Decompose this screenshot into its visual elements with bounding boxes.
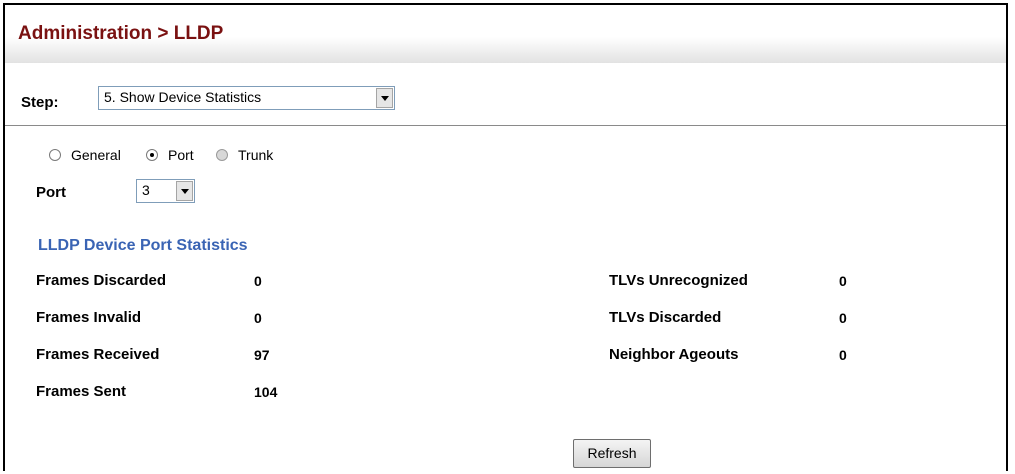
stat-label-neighbor-ageouts: Neighbor Ageouts: [609, 346, 739, 363]
stat-label-frames-received: Frames Received: [36, 346, 160, 363]
stat-label-tlvs-unrecognized: TLVs Unrecognized: [609, 272, 748, 289]
page-header: Administration > LLDP: [5, 5, 1006, 63]
stat-value-tlvs-unrecognized: 0: [839, 273, 847, 289]
stat-label-frames-sent: Frames Sent: [36, 383, 127, 400]
radio-general[interactable]: General: [49, 147, 121, 163]
step-label: Step:: [21, 94, 59, 111]
radio-general-circle[interactable]: [49, 149, 61, 161]
stat-label-tlvs-discarded: TLVs Discarded: [609, 309, 722, 326]
page-title: Administration > LLDP: [18, 23, 224, 44]
chevron-down-icon[interactable]: [176, 181, 193, 201]
stat-value-frames-invalid: 0: [254, 310, 262, 326]
stat-value-frames-sent: 104: [254, 384, 278, 400]
radio-general-label: General: [71, 147, 121, 163]
step-select[interactable]: 5. Show Device Statistics: [98, 86, 395, 110]
stat-value-neighbor-ageouts: 0: [839, 347, 847, 363]
port-select[interactable]: 3: [136, 179, 195, 203]
radio-trunk-label: Trunk: [238, 147, 274, 163]
step-select-value: 5. Show Device Statistics: [104, 89, 262, 105]
radio-trunk-circle: [216, 149, 228, 161]
section-title: LLDP Device Port Statistics: [38, 237, 248, 254]
stat-value-tlvs-discarded: 0: [839, 310, 847, 326]
stat-value-frames-discarded: 0: [254, 273, 262, 289]
radio-port-circle[interactable]: [146, 149, 158, 161]
port-label: Port: [36, 184, 66, 201]
stat-label-frames-invalid: Frames Invalid: [36, 309, 142, 326]
radio-trunk: Trunk: [216, 147, 273, 163]
step-row: Step: 5. Show Device Statistics: [5, 73, 1006, 126]
stat-label-frames-discarded: Frames Discarded: [36, 272, 167, 289]
radio-port[interactable]: Port: [146, 147, 194, 163]
page-frame: Administration > LLDP Step: 5. Show Devi…: [3, 3, 1008, 471]
stat-value-frames-received: 97: [254, 347, 270, 363]
port-select-value: 3: [142, 182, 150, 198]
refresh-button[interactable]: Refresh: [573, 439, 651, 468]
radio-port-label: Port: [168, 147, 194, 163]
chevron-down-icon[interactable]: [376, 88, 393, 108]
